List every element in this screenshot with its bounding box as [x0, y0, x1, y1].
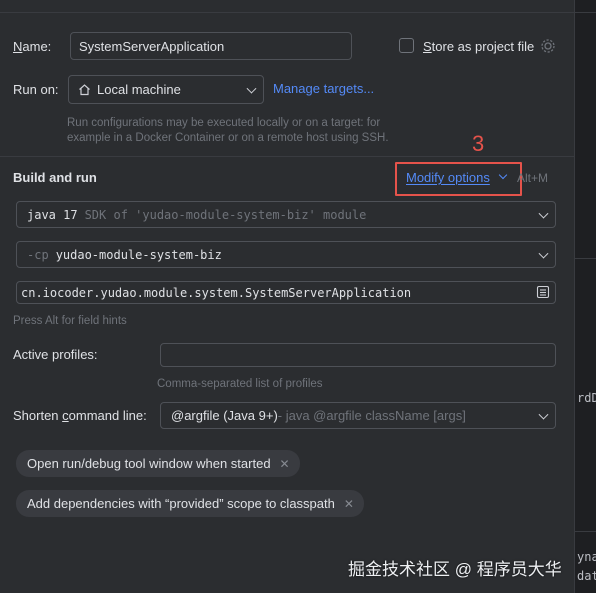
side-panel-divider [575, 531, 596, 532]
store-as-project-file-label[interactable]: Store as project file [423, 39, 534, 54]
store-as-project-file-checkbox[interactable] [399, 38, 414, 53]
active-profiles-label: Active profiles: [13, 347, 98, 362]
side-panel-divider [575, 12, 596, 13]
shorten-detail: - java @argfile className [args] [277, 408, 466, 423]
chevron-down-icon [538, 409, 549, 420]
close-icon[interactable]: ✕ [280, 457, 290, 471]
annotation-number: 3 [472, 131, 485, 156]
name-value: SystemServerApplication [79, 38, 225, 54]
option-chip-label: Add dependencies with “provided” scope t… [27, 496, 335, 511]
run-on-value: Local machine [97, 82, 181, 97]
option-chip-label: Open run/debug tool window when started [27, 456, 271, 471]
modify-options-shortcut: Alt+M [517, 171, 549, 185]
run-on-hint: Run configurations may be executed local… [67, 117, 381, 129]
cp-module: yudao-module-system-biz [55, 247, 222, 262]
side-panel-divider [575, 258, 596, 259]
section-divider [0, 156, 574, 157]
run-on-dropdown[interactable]: Local machine [68, 75, 264, 104]
browse-icon[interactable] [536, 285, 550, 299]
main-class-value: cn.iocoder.yudao.module.system.SystemSer… [21, 285, 412, 300]
run-on-hint: example in a Docker Container or on a re… [67, 132, 389, 144]
option-chip[interactable]: Open run/debug tool window when started … [16, 450, 300, 477]
classpath-module-dropdown[interactable]: -cp yudao-module-system-biz [16, 241, 556, 268]
code-fragment: dat [577, 569, 596, 583]
gear-icon[interactable] [540, 38, 556, 54]
active-profiles-hint: Comma-separated list of profiles [157, 378, 323, 390]
shorten-command-line-dropdown[interactable]: @argfile (Java 9+) - java @argfile class… [160, 402, 556, 429]
jdk-value: java 17 [27, 207, 78, 222]
jdk-detail: SDK of 'yudao-module-system-biz' module [84, 207, 367, 222]
run-on-label: Run on: [13, 82, 59, 97]
chevron-down-icon [538, 248, 549, 259]
code-fragment: rdD [577, 391, 596, 405]
name-label: Name: [13, 39, 52, 54]
modify-options-link[interactable]: Modify options [406, 170, 490, 185]
option-chip[interactable]: Add dependencies with “provided” scope t… [16, 490, 364, 517]
name-field[interactable]: SystemServerApplication [70, 32, 352, 60]
build-and-run-title: Build and run [13, 170, 97, 185]
home-icon [79, 84, 90, 96]
editor-side-panel [574, 0, 596, 593]
active-profiles-field[interactable] [160, 343, 556, 367]
chevron-down-icon [538, 208, 549, 219]
shorten-value: @argfile (Java 9+) [171, 408, 278, 423]
jdk-dropdown[interactable]: java 17 SDK of 'yudao-module-system-biz'… [16, 201, 556, 228]
chevron-down-icon [246, 83, 257, 94]
cp-flag: -cp [27, 247, 49, 262]
close-icon[interactable]: ✕ [344, 497, 354, 511]
field-hint: Press Alt for field hints [13, 315, 127, 327]
top-divider [0, 12, 574, 13]
main-class-field[interactable]: cn.iocoder.yudao.module.system.SystemSer… [16, 281, 556, 304]
shorten-command-line-label: Shorten command line: [13, 408, 147, 423]
manage-targets-link[interactable]: Manage targets... [273, 81, 374, 96]
watermark: 掘金技术社区 @ 程序员大华 [348, 560, 562, 579]
code-fragment: yna [577, 550, 596, 564]
